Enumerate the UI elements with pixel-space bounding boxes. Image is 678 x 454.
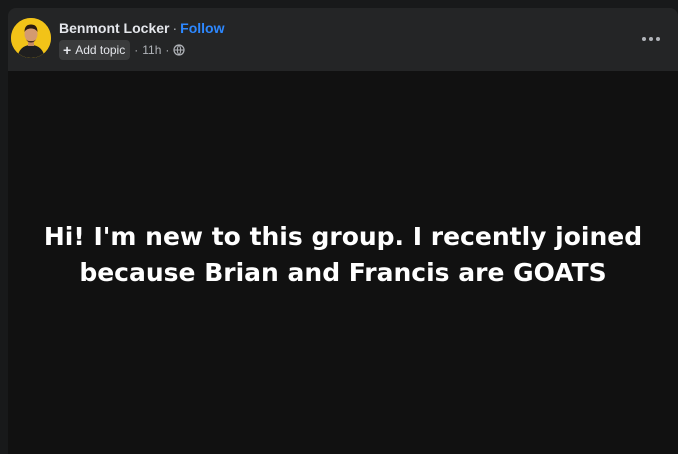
- post-header: Benmont Locker · Follow + Add topic · 11h …: [8, 8, 678, 71]
- plus-icon: +: [63, 42, 72, 58]
- author-name[interactable]: Benmont Locker: [59, 20, 169, 36]
- post-meta: + Add topic · 11h ·: [59, 40, 185, 60]
- add-topic-button[interactable]: + Add topic: [59, 40, 131, 60]
- globe-icon: [173, 44, 185, 56]
- add-topic-label: Add topic: [75, 43, 126, 57]
- post-content[interactable]: Hi! I'm new to this group. I recently jo…: [8, 71, 678, 454]
- post-card: Benmont Locker · Follow + Add topic · 11h …: [8, 8, 678, 454]
- avatar[interactable]: [11, 18, 51, 58]
- name-separator: ·: [172, 20, 178, 36]
- follow-button[interactable]: Follow: [180, 20, 224, 36]
- more-options-icon[interactable]: [638, 26, 664, 52]
- avatar-image: [11, 18, 51, 58]
- post-text: Hi! I'm new to this group. I recently jo…: [43, 222, 643, 287]
- author-line: Benmont Locker · Follow: [59, 19, 224, 37]
- post-timestamp[interactable]: 11h: [142, 43, 161, 57]
- meta-separator: ·: [134, 43, 139, 57]
- meta-separator: ·: [165, 43, 170, 57]
